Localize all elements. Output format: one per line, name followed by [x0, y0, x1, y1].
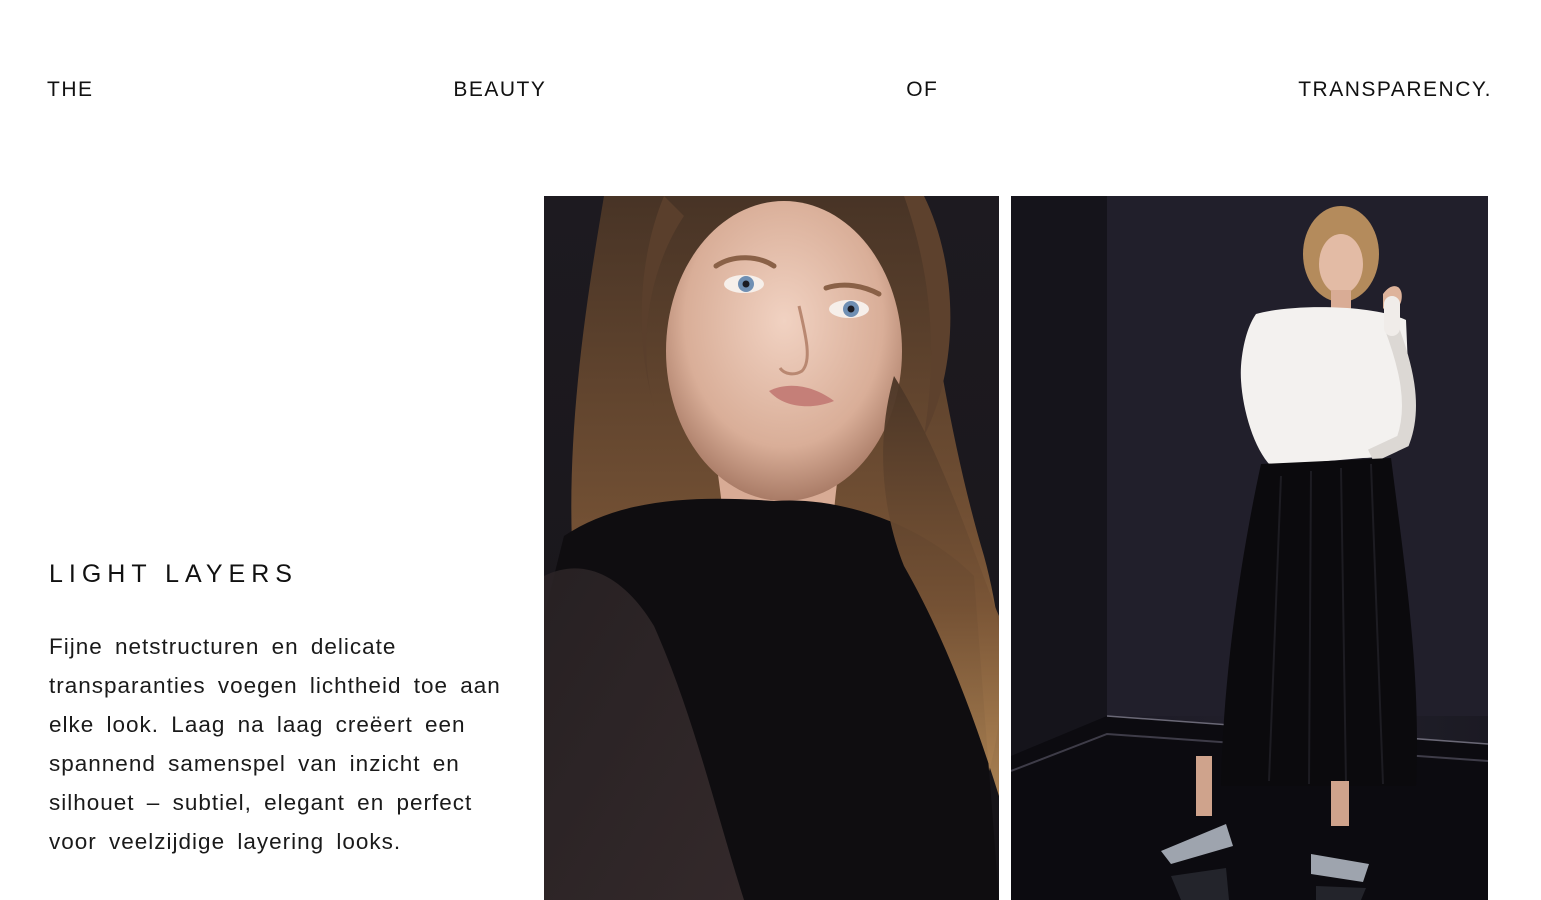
- section-description: Fijne netstructuren en delicate transpar…: [49, 634, 501, 854]
- model-portrait-image[interactable]: [544, 196, 999, 900]
- headline-word-of: OF: [906, 78, 939, 101]
- headline-word-transparency: TRANSPARENCY.: [1298, 78, 1492, 101]
- headline-word-beauty: BEAUTY: [453, 78, 547, 101]
- headline-word-the: THE: [47, 78, 94, 101]
- model-full-body-image[interactable]: [1011, 196, 1488, 900]
- portrait-illustration: [544, 196, 999, 900]
- campaign-headline: THE BEAUTY OF TRANSPARENCY.: [47, 76, 1492, 104]
- section-title: LIGHT LAYERS: [49, 560, 298, 588]
- full-body-illustration: [1011, 196, 1488, 900]
